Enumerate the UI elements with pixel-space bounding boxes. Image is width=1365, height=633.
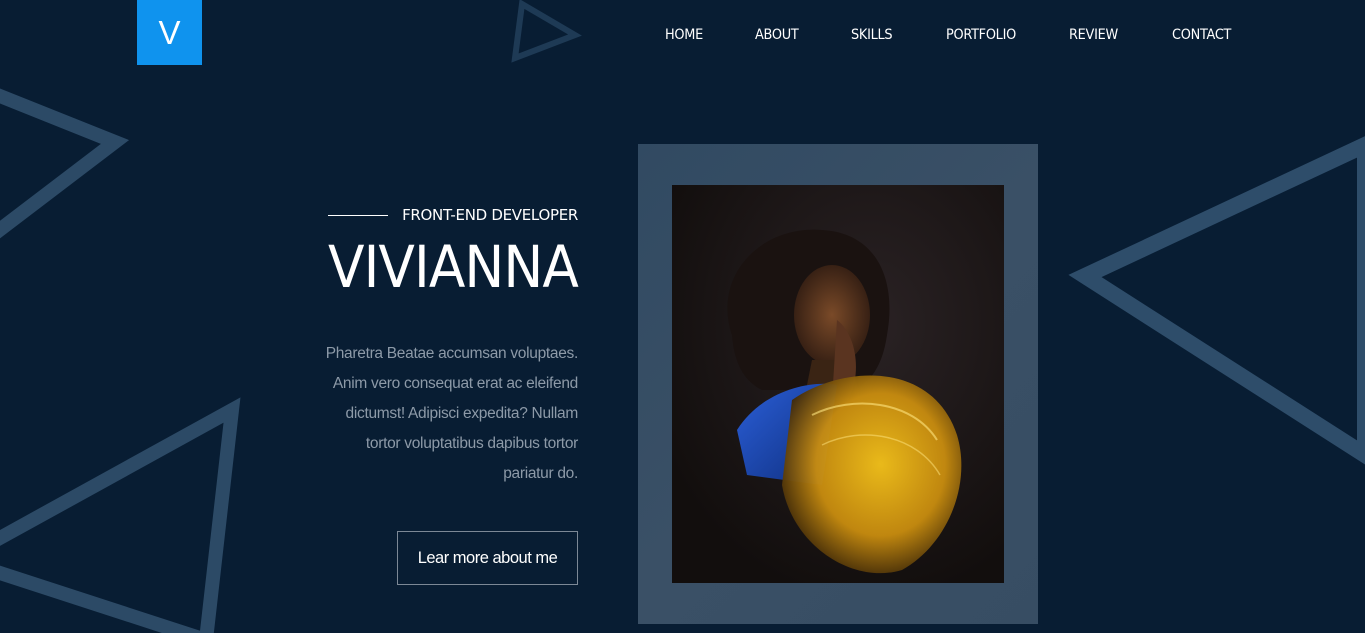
hero-bio: Pharetra Beatae accumsan voluptaes. Anim… <box>325 345 579 482</box>
portrait-illustration <box>672 185 1004 583</box>
nav-about[interactable]: ABOUT <box>755 25 799 45</box>
nav-home[interactable]: HOME <box>665 25 703 45</box>
nav-review[interactable]: REVIEW <box>1069 25 1118 45</box>
hero-name: VIVIANNA <box>328 233 579 301</box>
eyebrow-divider <box>328 215 388 216</box>
triangle-shape-bottom-left <box>0 397 241 633</box>
triangle-shape-left <box>0 88 130 239</box>
main-nav: HOME ABOUT SKILLS PORTFOLIO REVIEW CONTA… <box>0 25 1365 45</box>
job-title: FRONT-END DEVELOPER <box>402 206 578 224</box>
nav-portfolio[interactable]: PORTFOLIO <box>946 25 1016 45</box>
nav-skills[interactable]: SKILLS <box>851 25 893 45</box>
learn-more-button[interactable]: Lear more about me <box>397 531 578 585</box>
nav-contact[interactable]: CONTACT <box>1172 25 1231 45</box>
portrait-photo <box>672 185 1004 583</box>
triangle-shape-right <box>1068 136 1365 465</box>
